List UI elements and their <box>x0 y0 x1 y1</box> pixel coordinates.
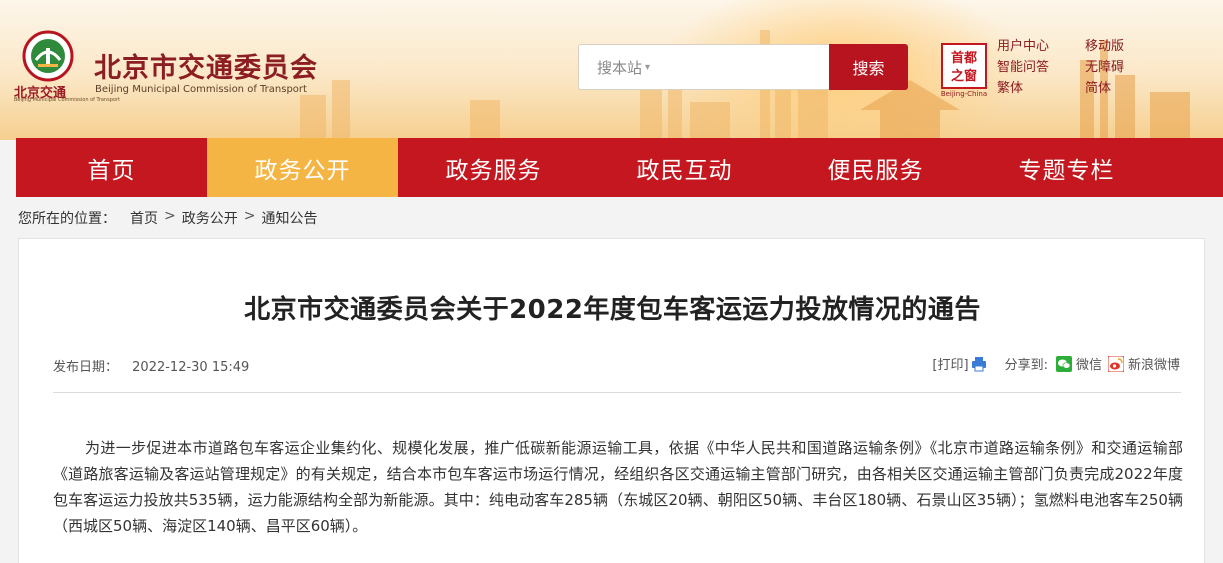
article-tools: [打印] 分享到: 微信 新浪微博 <box>932 354 1180 373</box>
publish-date: 2022-12-30 15:49 <box>132 360 250 375</box>
article-body: 为进一步促进本市道路包车客运企业集约化、规模化发展，推广低碳新能源运输工具，依据… <box>53 439 1183 535</box>
capital-window-seal-icon[interactable]: 首都 之窗 Beijing-China <box>939 42 989 98</box>
caret-down-icon: ▾ <box>645 61 651 73</box>
article-title: 北京市交通委员会关于2022年度包车客运运力投放情况的通告 <box>244 295 981 325</box>
svg-text:首都: 首都 <box>951 50 977 66</box>
weibo-icon[interactable] <box>1107 355 1124 372</box>
site-title[interactable]: 北京市交通委员会 <box>94 46 318 85</box>
user-center-link[interactable]: 用户中心 <box>997 36 1049 57</box>
publish-date-label: 发布日期： <box>53 360 119 375</box>
breadcrumb-home[interactable]: 首页 <box>130 208 158 228</box>
mobile-version-link[interactable]: 移动版 <box>1085 36 1124 57</box>
simplified-chinese-link[interactable]: 简体 <box>1085 78 1124 99</box>
article-card: 北京市交通委员会关于2022年度包车客运运力投放情况的通告 发布日期： 2022… <box>18 238 1205 563</box>
header-links-right: 移动版 无障碍 简体 <box>1085 36 1124 99</box>
share-label: 分享到: <box>1004 358 1048 373</box>
traditional-chinese-link[interactable]: 繁体 <box>997 78 1049 99</box>
nav-item-gov-affairs-open[interactable]: 政务公开 <box>207 138 398 197</box>
logo-english-text: Beijing Municipal Commission of Transpor… <box>14 97 120 103</box>
svg-text:之窗: 之窗 <box>951 68 977 84</box>
svg-text:Beijing-China: Beijing-China <box>941 90 987 98</box>
print-link[interactable]: [打印] <box>932 354 968 373</box>
commission-emblem-icon <box>22 30 74 82</box>
smart-qa-link[interactable]: 智能问答 <box>997 57 1049 78</box>
article-meta: 发布日期： 2022-12-30 15:49 <box>53 356 249 375</box>
wechat-icon[interactable] <box>1055 355 1072 372</box>
breadcrumb-gov-affairs[interactable]: 政务公开 <box>182 208 238 228</box>
breadcrumb: 您所在的位置： 首页 > 政务公开 > 通知公告 <box>18 208 317 228</box>
accessibility-link[interactable]: 无障碍 <box>1085 57 1124 78</box>
breadcrumb-notices[interactable]: 通知公告 <box>261 208 317 228</box>
search-input[interactable]: 搜本站 ▾ <box>578 44 830 90</box>
search-button[interactable]: 搜索 <box>829 44 908 90</box>
printer-icon[interactable] <box>971 356 987 372</box>
nav-item-special-topics[interactable]: 专题专栏 <box>971 138 1162 197</box>
nav-item-home[interactable]: 首页 <box>16 138 207 197</box>
share-weibo-link[interactable]: 新浪微博 <box>1128 354 1180 373</box>
share-wechat-link[interactable]: 微信 <box>1076 354 1102 373</box>
nav-item-public-services[interactable]: 便民服务 <box>780 138 971 197</box>
breadcrumb-label: 您所在的位置： <box>18 211 116 227</box>
site-subtitle: Beijing Municipal Commission of Transpor… <box>95 84 307 95</box>
main-nav: 首页 政务公开 政务服务 政民互动 便民服务 专题专栏 <box>16 138 1223 197</box>
breadcrumb-separator: > <box>243 208 256 224</box>
site-header: 北京交通 Beijing Municipal Commission of Tra… <box>0 0 1223 140</box>
header-links-left: 用户中心 智能问答 繁体 <box>997 36 1049 99</box>
nav-item-gov-services[interactable]: 政务服务 <box>398 138 589 197</box>
meta-divider <box>53 392 1181 393</box>
search-scope-select[interactable]: 搜本站 <box>597 57 642 78</box>
nav-item-interaction[interactable]: 政民互动 <box>589 138 780 197</box>
breadcrumb-separator: > <box>164 208 176 224</box>
